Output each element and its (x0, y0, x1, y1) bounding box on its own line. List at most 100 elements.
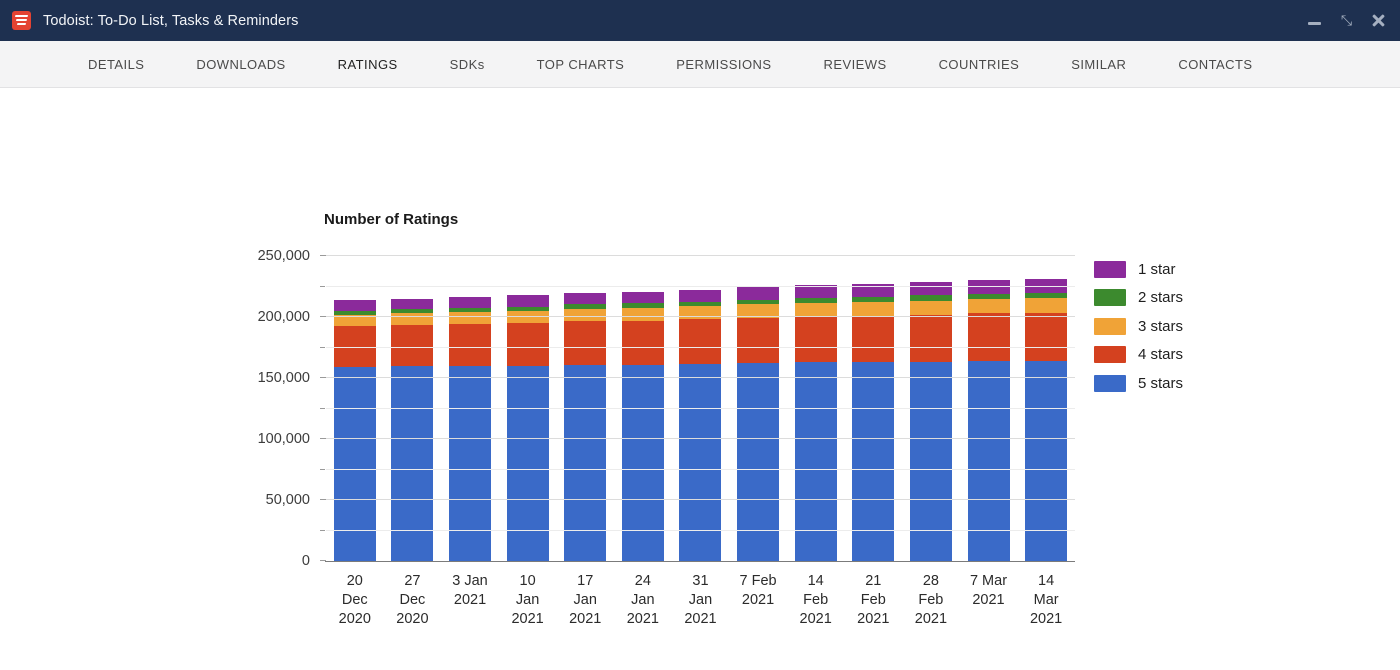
bar-segment-5-stars[interactable] (852, 362, 895, 561)
bar-segment-1-star[interactable] (391, 298, 434, 310)
bar-segment-1-star[interactable] (506, 295, 549, 307)
legend-row[interactable]: 3 stars (1094, 312, 1183, 341)
stacked-bar[interactable] (852, 284, 895, 561)
bar-segment-3-stars[interactable] (909, 300, 952, 315)
bar-slot: 14 Mar 2021 (1017, 256, 1075, 627)
bar-segment-3-stars[interactable] (621, 307, 664, 321)
bar-segment-1-star[interactable] (794, 285, 837, 298)
stacked-bar[interactable] (909, 282, 952, 561)
bar-segment-4-stars[interactable] (909, 314, 952, 362)
x-axis-label: 27 Dec 2020 (396, 573, 429, 627)
y-axis-tick (320, 316, 326, 317)
bar-segment-4-stars[interactable] (1025, 312, 1068, 361)
bar-segment-1-star[interactable] (449, 296, 492, 308)
tab-contacts[interactable]: CONTACTS (1152, 57, 1278, 72)
tab-top-charts[interactable]: TOP CHARTS (511, 57, 651, 72)
window-titlebar: Todoist: To-Do List, Tasks & Reminders ⤡ (0, 0, 1400, 41)
bar-segment-5-stars[interactable] (564, 364, 607, 561)
gridline-minor (326, 468, 1075, 470)
tab-downloads[interactable]: DOWNLOADS (170, 57, 311, 72)
legend-row[interactable]: 1 star (1094, 255, 1183, 284)
tab-similar[interactable]: SIMILAR (1045, 57, 1152, 72)
bar-slot: 27 Dec 2020 (384, 256, 442, 627)
stacked-bar[interactable] (449, 296, 492, 561)
bar-segment-5-stars[interactable] (679, 363, 722, 561)
bar-segment-3-stars[interactable] (1025, 298, 1068, 313)
bar-segment-3-stars[interactable] (794, 302, 837, 317)
close-icon[interactable] (1371, 13, 1386, 28)
stacked-bar[interactable] (621, 291, 664, 561)
bar-slot: 20 Dec 2020 (326, 256, 384, 627)
bar-segment-5-stars[interactable] (794, 362, 837, 561)
bar-segment-5-stars[interactable] (909, 361, 952, 561)
gridline-major (326, 377, 1075, 378)
bar-segment-1-star[interactable] (333, 300, 376, 311)
bar-segment-3-stars[interactable] (852, 302, 895, 316)
legend-swatch-3-stars (1094, 317, 1126, 335)
stacked-bar[interactable] (794, 285, 837, 561)
bar-slot: 7 Feb 2021 (729, 256, 787, 608)
bar-segment-3-stars[interactable] (449, 311, 492, 324)
legend-label: 1 star (1138, 260, 1176, 278)
tab-permissions[interactable]: PERMISSIONS (650, 57, 797, 72)
tab-countries[interactable]: COUNTRIES (913, 57, 1046, 72)
bar-segment-5-stars[interactable] (506, 365, 549, 561)
y-axis-tick-minor (320, 468, 325, 470)
stacked-bar[interactable] (564, 293, 607, 561)
bar-segment-4-stars[interactable] (852, 315, 895, 363)
tab-ratings[interactable]: RATINGS (312, 57, 424, 72)
bar-segment-3-stars[interactable] (391, 313, 434, 325)
bar-segment-5-stars[interactable] (737, 362, 780, 561)
stacked-bar[interactable] (737, 287, 780, 561)
gridline-major (326, 499, 1075, 500)
tab-reviews[interactable]: REVIEWS (797, 57, 912, 72)
bar-segment-4-stars[interactable] (794, 316, 837, 363)
restore-icon[interactable]: ⤡ (1339, 13, 1354, 28)
legend-swatch-2-stars (1094, 289, 1126, 307)
bar-segment-1-star[interactable] (909, 282, 952, 296)
bar-segment-1-star[interactable] (564, 293, 607, 305)
bar-segment-1-star[interactable] (737, 287, 780, 300)
bar-segment-1-star[interactable] (967, 280, 1010, 294)
stacked-bar[interactable] (506, 295, 549, 561)
legend-row[interactable]: 5 stars (1094, 369, 1183, 398)
stacked-bar[interactable] (679, 289, 722, 561)
bar-segment-3-stars[interactable] (967, 299, 1010, 314)
tab-details[interactable]: DETAILS (62, 57, 170, 72)
stacked-bar[interactable] (967, 280, 1010, 561)
stacked-bar[interactable] (391, 298, 434, 561)
bar-slot: 3 Jan 2021 (441, 256, 499, 608)
x-axis-label: 7 Mar 2021 (969, 573, 1008, 608)
legend-row[interactable]: 4 stars (1094, 341, 1183, 370)
bar-segment-5-stars[interactable] (621, 364, 664, 561)
bar-segment-4-stars[interactable] (737, 317, 780, 363)
legend-row[interactable]: 2 stars (1094, 284, 1183, 313)
bar-slot: 14 Feb 2021 (787, 256, 845, 627)
stacked-bar[interactable] (333, 300, 376, 561)
minimize-icon[interactable] (1307, 13, 1322, 28)
bar-segment-4-stars[interactable] (449, 323, 492, 366)
bar-segment-5-stars[interactable] (449, 365, 492, 561)
bar-segment-1-star[interactable] (621, 291, 664, 304)
x-axis-label: 31 Jan 2021 (684, 573, 717, 627)
window-title: Todoist: To-Do List, Tasks & Reminders (43, 12, 299, 29)
bar-segment-5-stars[interactable] (391, 366, 434, 561)
bar-segment-3-stars[interactable] (679, 306, 722, 320)
bar-segment-5-stars[interactable] (1025, 360, 1068, 561)
bar-segment-4-stars[interactable] (679, 319, 722, 364)
bar-segment-4-stars[interactable] (967, 313, 1010, 361)
bar-segment-1-star[interactable] (679, 289, 722, 302)
x-axis-label: 14 Mar 2021 (1029, 573, 1063, 627)
bar-segment-5-stars[interactable] (967, 360, 1010, 561)
tab-sdks[interactable]: SDKs (424, 57, 511, 72)
ratings-chart-plot-area: 20 Dec 2020 27 Dec 2020 3 Jan 2021 10 Jan 2… (258, 248, 1075, 627)
bar-segment-5-stars[interactable] (333, 367, 376, 561)
legend-swatch-4-stars (1094, 346, 1126, 364)
bar-segment-4-stars[interactable] (564, 321, 607, 365)
bar-slot: 7 Mar 2021 (960, 256, 1018, 608)
main-content: Number of Ratings 20 Dec 2020 27 Dec 2020… (0, 88, 1400, 670)
bar-segment-4-stars[interactable] (506, 323, 549, 366)
bar-segment-4-stars[interactable] (621, 320, 664, 365)
gridline-major (326, 438, 1075, 439)
stacked-bar[interactable] (1025, 278, 1068, 561)
